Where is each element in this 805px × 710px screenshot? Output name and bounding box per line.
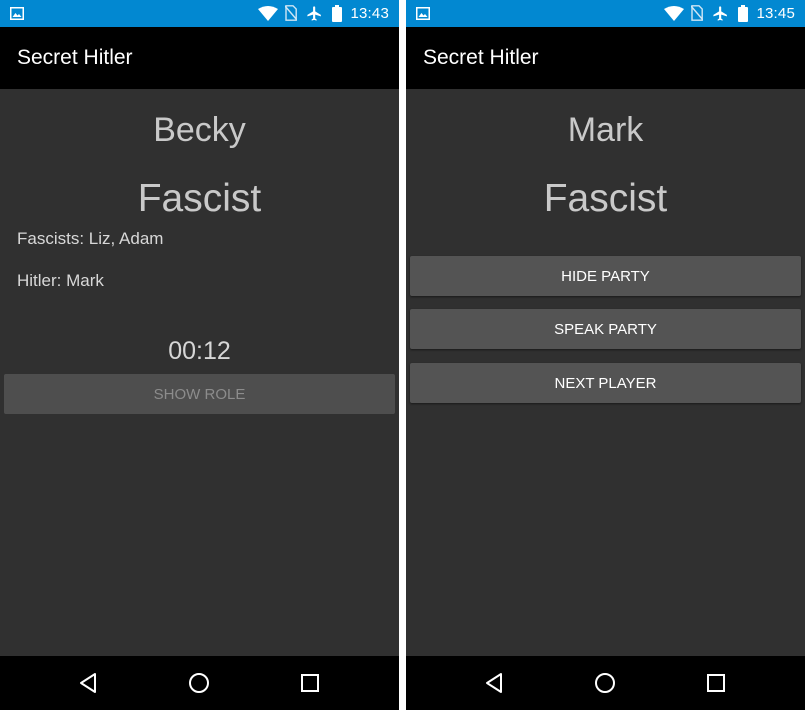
recent-apps-icon[interactable] xyxy=(296,669,324,697)
next-player-button[interactable]: NEXT PLAYER xyxy=(410,363,801,403)
player-name: Mark xyxy=(567,111,644,149)
show-role-button[interactable]: SHOW ROLE xyxy=(4,374,395,414)
back-icon[interactable] xyxy=(75,669,103,697)
party-name: Fascist xyxy=(543,177,668,220)
phone-screen-right: 13:45 Secret Hitler Mark Fascist HIDE PA… xyxy=(406,0,805,710)
battery-icon xyxy=(332,5,342,22)
home-icon[interactable] xyxy=(185,669,213,697)
app-title: Secret Hitler xyxy=(423,46,539,69)
status-clock: 13:45 xyxy=(756,5,795,22)
gallery-icon xyxy=(416,7,430,20)
player-name: Becky xyxy=(153,111,246,149)
no-sim-icon xyxy=(691,5,703,21)
role-reveal-panel: Mark Fascist HIDE PARTY SPEAK PARTY NEXT… xyxy=(406,89,805,656)
role-reveal-panel: Becky Fascist Fascists: Liz, Adam Hitler… xyxy=(0,89,399,656)
back-icon[interactable] xyxy=(481,669,509,697)
status-bar: 13:43 xyxy=(0,0,399,27)
home-icon[interactable] xyxy=(591,669,619,697)
hide-party-button[interactable]: HIDE PARTY xyxy=(410,256,801,296)
fascists-list: Fascists: Liz, Adam xyxy=(17,229,164,248)
navigation-bar xyxy=(406,656,805,710)
hitler-identity: Hitler: Mark xyxy=(17,271,104,290)
airplane-mode-icon xyxy=(307,6,321,21)
app-bar: Secret Hitler xyxy=(0,27,399,89)
wifi-icon xyxy=(258,6,278,21)
phone-screen-left: 13:43 Secret Hitler Becky Fascist Fascis… xyxy=(0,0,399,710)
app-title: Secret Hitler xyxy=(17,46,133,69)
battery-icon xyxy=(738,5,748,22)
airplane-mode-icon xyxy=(713,6,727,21)
countdown-timer: 00:12 xyxy=(168,337,231,365)
speak-party-button[interactable]: SPEAK PARTY xyxy=(410,309,801,349)
navigation-bar xyxy=(0,656,399,710)
recent-apps-icon[interactable] xyxy=(702,669,730,697)
party-name: Fascist xyxy=(137,177,262,220)
status-bar: 13:45 xyxy=(406,0,805,27)
gallery-icon xyxy=(10,7,24,20)
no-sim-icon xyxy=(285,5,297,21)
wifi-icon xyxy=(664,6,684,21)
status-clock: 13:43 xyxy=(350,5,389,22)
app-bar: Secret Hitler xyxy=(406,27,805,89)
